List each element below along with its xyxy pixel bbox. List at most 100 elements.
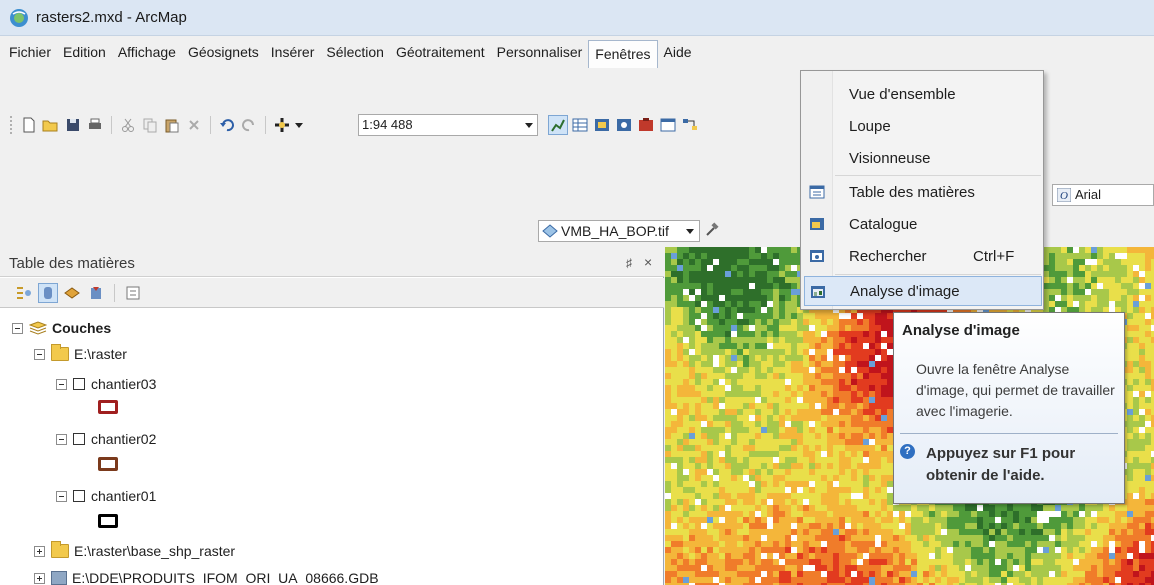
raster-cell [773,343,779,349]
menu-item-analyse-image[interactable]: Analyse d'image [804,276,1042,306]
raster-cell [869,313,875,319]
undo-icon[interactable] [217,115,237,135]
raster-cell [1115,505,1121,511]
raster-cell [749,319,755,325]
toc-options-icon[interactable] [123,283,143,303]
python-window-icon[interactable] [658,115,678,135]
raster-cell [701,253,707,259]
menu-item-loupe[interactable]: Loupe [804,111,1042,141]
print-icon[interactable] [85,115,105,135]
menu-selection[interactable]: Sélection [320,40,390,65]
table-window-icon[interactable] [570,115,590,135]
visibility-checkbox[interactable] [73,433,85,445]
menu-aide[interactable]: Aide [658,40,698,65]
collapse-icon[interactable] [12,322,23,334]
raster-cell [713,415,719,421]
symbol-swatch-chantier03[interactable] [98,400,118,414]
menu-item-vue-ensemble[interactable]: Vue d'ensemble [804,79,1042,109]
raster-cell [761,337,767,343]
raster-cell [1001,505,1007,511]
symbol-swatch-chantier01[interactable] [98,514,118,528]
menu-geotraitement[interactable]: Géotraitement [390,40,491,65]
raster-cell [857,553,863,559]
menu-geosignets[interactable]: Géosignets [182,40,265,65]
raster-cell [1037,505,1043,511]
hammer-icon[interactable] [704,222,720,241]
close-icon[interactable]: × [644,254,652,270]
map-scale-combo[interactable]: 1:94 488 [358,114,538,136]
visibility-checkbox[interactable] [73,490,85,502]
catalog-window-icon[interactable] [592,115,612,135]
expand-icon[interactable] [34,572,45,584]
save-icon[interactable] [63,115,83,135]
raster-cell [1091,565,1097,571]
tree-node-chantier03[interactable]: chantier03 [56,373,156,395]
raster-cell [875,409,881,415]
redo-icon[interactable] [239,115,259,135]
menu-inserer[interactable]: Insérer [265,40,321,65]
raster-cell [1025,541,1031,547]
font-combo[interactable]: O Arial [1052,184,1154,206]
raster-cell [1133,397,1139,403]
menu-fichier[interactable]: Fichier [3,40,57,65]
list-by-visibility-icon[interactable] [62,283,82,303]
editor-toolbar-icon[interactable] [548,115,568,135]
raster-cell [695,319,701,325]
raster-cell [725,283,731,289]
list-by-selection-icon[interactable] [86,283,106,303]
toolbar-grip[interactable] [10,116,13,134]
add-data-dropdown-icon[interactable] [294,115,304,135]
collapse-icon[interactable] [34,348,45,360]
list-by-drawing-order-icon[interactable] [14,283,34,303]
delete-icon[interactable] [184,115,204,135]
menu-personnaliser[interactable]: Personnaliser [491,40,589,65]
paste-icon[interactable] [162,115,182,135]
raster-cell [1139,313,1145,319]
menu-fenetres[interactable]: Fenêtres [588,39,658,70]
raster-cell [761,343,767,349]
new-document-icon[interactable] [19,115,39,135]
collapse-icon[interactable] [56,433,67,445]
model-builder-icon[interactable] [680,115,700,135]
raster-cell [677,313,683,319]
raster-cell [1091,577,1097,583]
raster-cell [977,523,983,529]
search-window-icon[interactable] [614,115,634,135]
raster-cell [779,265,785,271]
raster-cell [959,565,965,571]
copy-icon[interactable] [140,115,160,135]
tree-node-folder-base-shp-raster[interactable]: E:\raster\base_shp_raster [34,540,235,562]
arctoolbox-icon[interactable] [636,115,656,135]
raster-cell [773,367,779,373]
raster-cell [773,427,779,433]
raster-cell [899,529,905,535]
raster-cell [1127,253,1133,259]
image-layer-combo[interactable]: VMB_HA_BOP.tif [538,220,700,242]
raster-cell [845,439,851,445]
menu-item-visionneuse[interactable]: Visionneuse [804,143,1042,173]
raster-cell [869,547,875,553]
menu-affichage[interactable]: Affichage [112,40,182,65]
raster-cell [767,523,773,529]
menu-item-catalogue[interactable]: Catalogue [804,209,1042,239]
tree-node-chantier01[interactable]: chantier01 [56,485,156,507]
tree-node-chantier02[interactable]: chantier02 [56,428,156,450]
tree-node-folder-raster[interactable]: E:\raster [34,343,127,365]
collapse-icon[interactable] [56,378,67,390]
menu-edition[interactable]: Edition [57,40,112,65]
pin-icon[interactable]: ♯ [626,256,632,270]
menu-item-table-des-matieres[interactable]: Table des matières [804,177,1042,207]
raster-cell [761,499,767,505]
visibility-checkbox[interactable] [73,378,85,390]
raster-cell [809,427,815,433]
open-folder-icon[interactable] [41,115,61,135]
list-by-source-icon[interactable] [38,282,58,303]
add-data-icon[interactable] [272,115,292,135]
tree-node-couches[interactable]: Couches [12,317,111,339]
expand-icon[interactable] [34,545,45,557]
symbol-swatch-chantier02[interactable] [98,457,118,471]
tree-node-gdb[interactable]: E:\DDE\PRODUITS_IFOM_ORI_UA_08666.GDB [34,567,379,585]
menu-item-rechercher[interactable]: Rechercher Ctrl+F [804,241,1042,271]
cut-icon[interactable] [118,115,138,135]
collapse-icon[interactable] [56,490,67,502]
